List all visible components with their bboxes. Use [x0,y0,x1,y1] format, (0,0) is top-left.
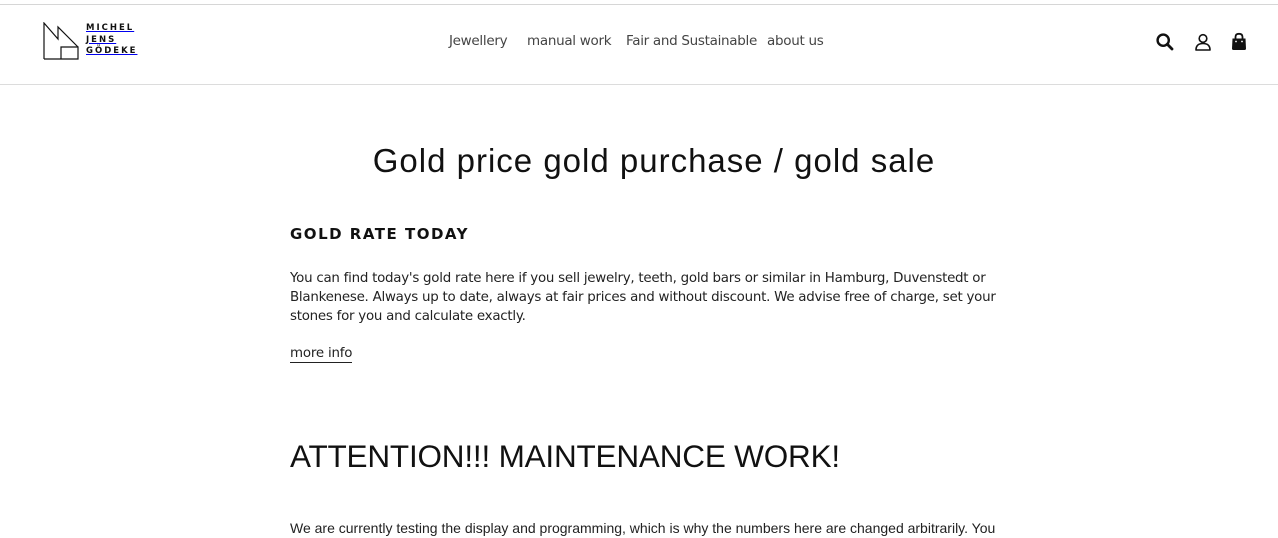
intro-paragraph: You can find today's gold rate here if y… [290,271,996,324]
shopping-bag-icon[interactable] [1229,32,1249,52]
search-icon[interactable] [1155,32,1175,52]
nav-item-fair-sustainable[interactable]: Fair and Sustainable [626,33,757,49]
section-heading: GOLD RATE TODAY [290,225,469,243]
nav-item-manual-work[interactable]: manual work [527,33,612,49]
maintenance-notice: We are currently testing the display and… [290,520,996,536]
nav-item-jewellery[interactable]: Jewellery [449,33,508,49]
account-icon[interactable] [1193,32,1213,52]
logo-line-2: JENS [86,34,117,45]
more-info-link[interactable]: more info [290,346,352,363]
nav-item-about-us[interactable]: about us [767,33,824,49]
page-title: Gold price gold purchase / gold sale [372,142,936,179]
logo-line-3: GÖDEKE [86,46,138,56]
maintenance-heading: ATTENTION!!! MAINTENANCE WORK! [290,438,840,474]
main-nav: Jewellery manual work Fair and Sustainab… [0,5,1278,85]
site-logo[interactable]: MICHEL JENS GÖDEKE [43,22,153,62]
logo-wordmark: MICHEL JENS GÖDEKE [86,23,137,58]
logo-line-1: MICHEL [86,23,135,33]
site-header: MICHEL JENS GÖDEKE Jewellery manual work… [0,5,1278,85]
logo-mark-icon [43,22,79,60]
